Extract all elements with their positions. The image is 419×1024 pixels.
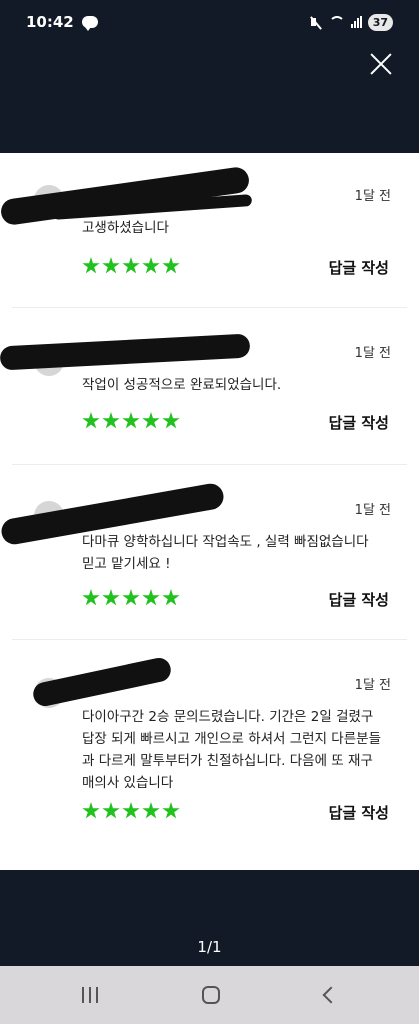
review-list: 1달 전 고생하셨습니다 답글 작성 1달 전 작업이 성공적으로 완료되었습니… bbox=[0, 153, 419, 870]
review-date: 1달 전 bbox=[354, 678, 391, 693]
recents-icon bbox=[82, 987, 85, 1003]
reply-button[interactable]: 답글 작성 bbox=[329, 412, 389, 433]
home-button[interactable] bbox=[202, 986, 221, 1004]
battery-badge: 37 bbox=[367, 13, 393, 31]
reply-button[interactable]: 답글 작성 bbox=[329, 802, 389, 823]
star-icon bbox=[162, 412, 180, 429]
star-icon bbox=[82, 412, 100, 429]
star-icon bbox=[102, 257, 120, 274]
star-icon bbox=[82, 802, 100, 819]
star-icon bbox=[82, 257, 100, 274]
star-icon bbox=[102, 589, 120, 606]
kakaotalk-icon bbox=[81, 16, 98, 31]
star-rating bbox=[82, 802, 180, 820]
recents-button[interactable] bbox=[82, 987, 99, 1003]
star-icon bbox=[142, 802, 160, 819]
signal-icon bbox=[350, 16, 362, 28]
review-item: 1달 전 다마큐 양학하십니다 작업속도 , 실력 빠짐없습니다 믿고 맡기세요… bbox=[0, 465, 407, 640]
redaction-mark bbox=[0, 333, 251, 371]
status-bar: 10:42 37 bbox=[0, 0, 419, 44]
close-button[interactable] bbox=[369, 52, 393, 76]
review-date: 1달 전 bbox=[354, 346, 391, 361]
reply-button[interactable]: 답글 작성 bbox=[329, 257, 389, 278]
review-item: 1달 전 작업이 성공적으로 완료되었습니다. 답글 작성 bbox=[0, 308, 407, 465]
star-icon bbox=[102, 802, 120, 819]
star-rating bbox=[82, 412, 180, 430]
star-icon bbox=[142, 412, 160, 429]
redaction-mark bbox=[31, 655, 173, 709]
star-icon bbox=[162, 589, 180, 606]
status-time: 10:42 bbox=[26, 13, 74, 31]
status-icons: 37 bbox=[309, 13, 393, 31]
star-rating bbox=[82, 589, 180, 607]
system-nav-bar bbox=[0, 966, 419, 1024]
star-icon bbox=[82, 589, 100, 606]
wifi-icon bbox=[328, 16, 345, 28]
review-text: 고생하셨습니다 bbox=[82, 220, 169, 236]
review-date: 1달 전 bbox=[354, 189, 391, 204]
review-item: 1달 전 고생하셨습니다 답글 작성 bbox=[0, 153, 407, 308]
star-icon bbox=[122, 589, 140, 606]
page-indicator: 1/1 bbox=[197, 938, 222, 956]
star-icon bbox=[142, 257, 160, 274]
review-date: 1달 전 bbox=[354, 503, 391, 518]
star-icon bbox=[142, 589, 160, 606]
reply-button[interactable]: 답글 작성 bbox=[329, 589, 389, 610]
star-rating bbox=[82, 257, 180, 275]
star-icon bbox=[122, 257, 140, 274]
back-button[interactable] bbox=[322, 986, 340, 1004]
review-item: 1달 전 다이아구간 2승 문의드렸습니다. 기간은 2일 걸렸구 답장 되게 … bbox=[12, 640, 407, 870]
review-text: 작업이 성공적으로 완료되었습니다. bbox=[82, 377, 282, 393]
star-icon bbox=[122, 412, 140, 429]
star-icon bbox=[162, 257, 180, 274]
mute-icon bbox=[309, 15, 323, 29]
star-icon bbox=[122, 802, 140, 819]
review-text: 다마큐 양학하십니다 작업속도 , 실력 빠짐없습니다 믿고 맡기세요 ! bbox=[82, 534, 369, 572]
star-icon bbox=[102, 412, 120, 429]
review-text: 다이아구간 2승 문의드렸습니다. 기간은 2일 걸렸구 답장 되게 빠르시고 … bbox=[82, 709, 381, 791]
star-icon bbox=[162, 802, 180, 819]
